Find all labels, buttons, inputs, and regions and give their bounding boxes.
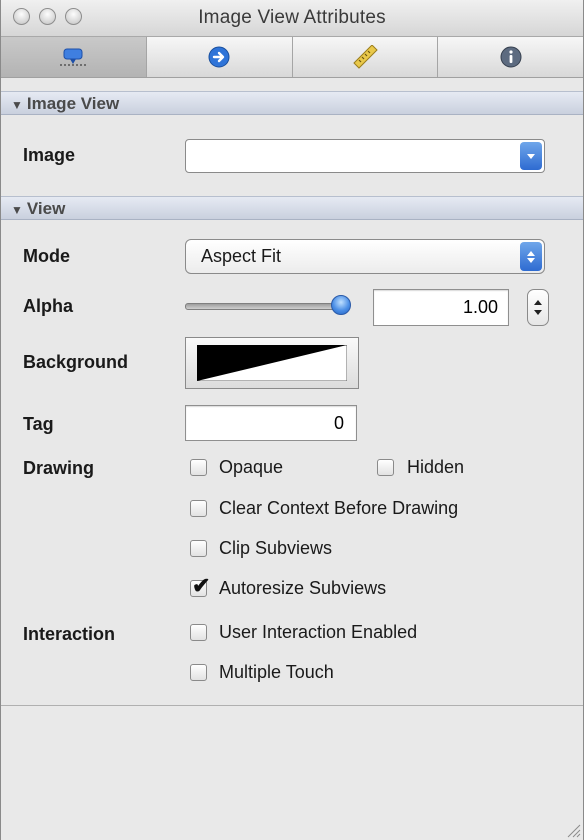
window-title: Image View Attributes	[198, 7, 386, 28]
multiple-touch-label[interactable]: Multiple Touch	[219, 662, 334, 683]
opaque-checkbox[interactable]	[190, 459, 207, 476]
hidden-label[interactable]: Hidden	[407, 457, 464, 478]
clear-context-checkbox[interactable]	[190, 500, 207, 517]
image-label: Image	[23, 145, 76, 165]
slider-knob[interactable]	[331, 295, 351, 315]
tab-attributes[interactable]	[1, 37, 147, 77]
combo-arrows-icon[interactable]	[520, 142, 542, 170]
stepper-up-icon[interactable]	[534, 300, 542, 305]
section-title: Image View	[26, 94, 120, 113]
mode-popup[interactable]: Aspect Fit	[185, 239, 545, 274]
opaque-label[interactable]: Opaque	[219, 457, 283, 478]
alpha-label: Alpha	[23, 296, 74, 316]
mode-label: Mode	[23, 246, 70, 266]
alpha-slider[interactable]	[185, 292, 357, 320]
checkmark-icon: ✔	[192, 573, 211, 598]
tab-connections[interactable]	[147, 37, 293, 77]
tag-label: Tag	[23, 414, 54, 434]
background-label: Background	[23, 352, 129, 372]
size-ruler-icon	[353, 45, 378, 69]
stepper-down-icon[interactable]	[534, 310, 542, 315]
alpha-field[interactable]: 1.00	[373, 289, 509, 326]
popup-arrows-icon	[520, 242, 542, 271]
clip-subviews-checkbox[interactable]	[190, 540, 207, 557]
drawing-label: Drawing	[23, 458, 95, 478]
tag-field[interactable]: 0	[185, 405, 357, 441]
title-bar[interactable]: Image View Attributes	[1, 0, 583, 37]
clip-subviews-label[interactable]: Clip Subviews	[219, 538, 332, 559]
user-interaction-label[interactable]: User Interaction Enabled	[219, 622, 417, 643]
color-swatch	[197, 345, 347, 381]
autoresize-subviews-checkbox[interactable]: ✔	[190, 575, 210, 597]
resize-grip-icon[interactable]	[565, 822, 581, 838]
slider-track	[185, 303, 347, 310]
inspector-tabs	[1, 37, 583, 78]
tab-identity[interactable]	[438, 37, 583, 77]
disclosure-triangle-icon: ▼	[11, 98, 23, 112]
interaction-label: Interaction	[23, 624, 116, 644]
image-combo-box[interactable]	[185, 139, 545, 173]
clear-context-label[interactable]: Clear Context Before Drawing	[219, 498, 458, 519]
alpha-stepper[interactable]	[527, 289, 549, 326]
user-interaction-checkbox[interactable]	[190, 624, 207, 641]
mode-value: Aspect Fit	[201, 246, 282, 266]
inspector-window: Image View Attributes ▼ Image View Image…	[0, 0, 584, 840]
autoresize-subviews-label[interactable]: Autoresize Subviews	[219, 578, 386, 599]
tab-size[interactable]	[293, 37, 439, 77]
empty-panel-area	[1, 706, 583, 840]
background-color-well[interactable]	[185, 337, 359, 389]
identity-icon	[60, 48, 87, 66]
info-icon	[500, 46, 522, 68]
connections-icon	[208, 46, 230, 68]
view-section-header[interactable]: ▼ View	[1, 196, 583, 220]
multiple-touch-checkbox[interactable]	[190, 664, 207, 681]
section-title: View	[26, 199, 66, 218]
hidden-checkbox[interactable]	[377, 459, 394, 476]
image-view-section-header[interactable]: ▼ Image View	[1, 91, 583, 115]
disclosure-triangle-icon: ▼	[11, 203, 23, 217]
